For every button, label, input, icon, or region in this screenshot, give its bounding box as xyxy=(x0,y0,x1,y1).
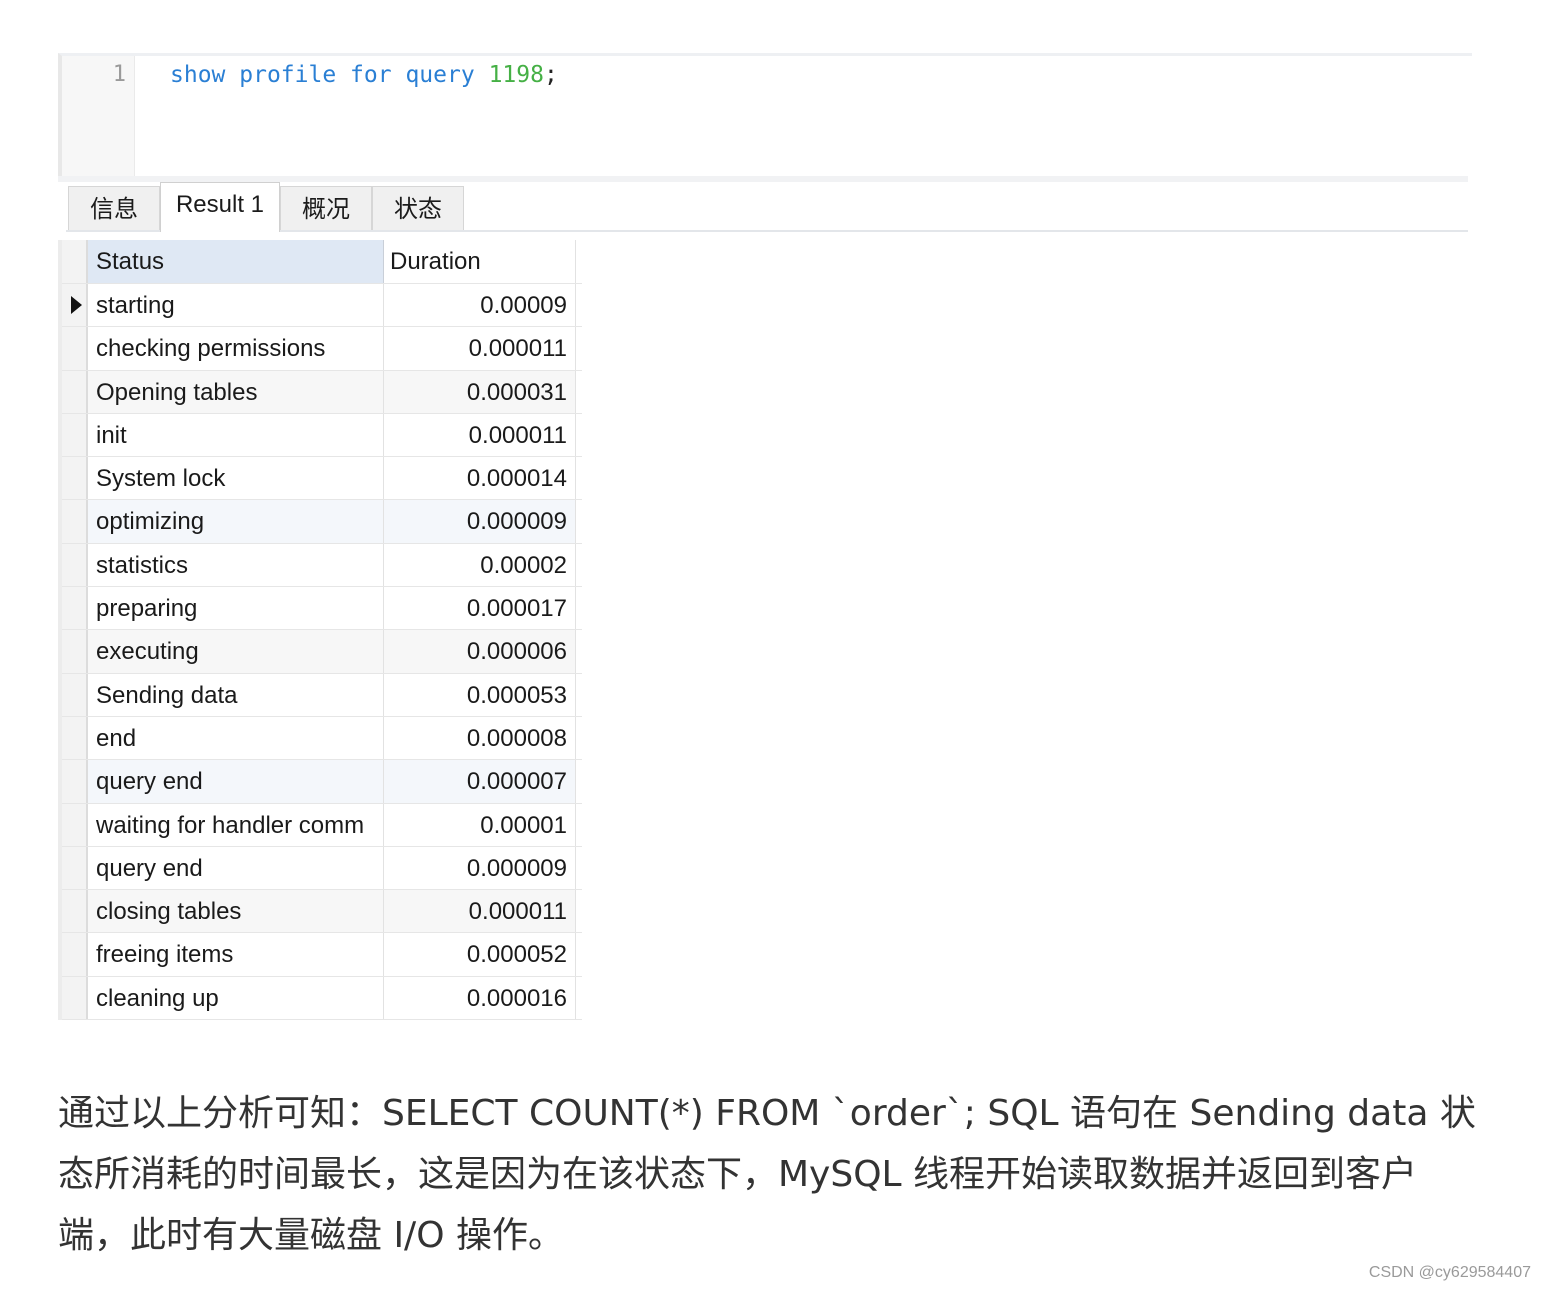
duration-cell[interactable]: 0.000053 xyxy=(384,673,576,716)
row-indicator xyxy=(62,413,88,457)
status-cell[interactable]: statistics xyxy=(88,543,384,587)
status-cell[interactable]: checking permissions xyxy=(88,327,384,370)
table-row[interactable]: end 0.000008 xyxy=(62,716,582,761)
article-paragraph: 通过以上分析可知：SELECT COUNT(*) FROM `order`; S… xyxy=(58,1093,1476,1256)
table-row[interactable]: query end 0.000007 xyxy=(62,760,582,804)
table-row[interactable]: query end 0.000009 xyxy=(62,846,582,891)
csdn-watermark: CSDN @cy629584407 xyxy=(1368,1264,1531,1281)
sql-keyword-for: for xyxy=(350,62,392,88)
sql-semicolon: ; xyxy=(543,62,558,88)
duration-cell[interactable]: 0.000008 xyxy=(384,716,576,760)
tab-result-1[interactable]: Result 1 xyxy=(160,182,280,232)
result-grid: Status Duration starting 0.00009 checkin… xyxy=(58,240,582,1021)
status-cell[interactable]: starting xyxy=(88,284,384,327)
line-number: 1 xyxy=(112,62,126,87)
tab-status[interactable]: 状态 xyxy=(372,186,464,230)
status-cell[interactable]: executing xyxy=(88,630,384,673)
sql-code-line[interactable]: show profile for query 1198; xyxy=(170,62,558,88)
current-row-arrow-icon xyxy=(71,296,82,315)
row-indicator xyxy=(62,630,88,673)
duration-cell[interactable]: 0.000016 xyxy=(384,976,576,1020)
duration-cell[interactable]: 0.000011 xyxy=(384,413,576,457)
sql-keyword-show: show xyxy=(170,62,226,88)
sql-keyword-profile: profile xyxy=(239,62,337,88)
duration-cell[interactable]: 0.000031 xyxy=(384,370,576,413)
row-indicator xyxy=(62,673,88,716)
table-row[interactable]: cleaning up 0.000016 xyxy=(62,976,582,1021)
table-row[interactable]: preparing 0.000017 xyxy=(62,587,582,631)
status-cell[interactable]: query end xyxy=(88,760,384,803)
column-header-status[interactable]: Status xyxy=(88,240,384,283)
status-cell[interactable]: init xyxy=(88,413,384,457)
sql-query-id: 1198 xyxy=(488,62,544,88)
row-indicator-header xyxy=(62,240,88,283)
status-cell[interactable]: freeing items xyxy=(88,933,384,976)
result-tab-bar: 信息 Result 1 概况 状态 xyxy=(66,182,1468,232)
row-indicator xyxy=(62,803,88,846)
table-row[interactable]: closing tables 0.000011 xyxy=(62,890,582,934)
row-indicator xyxy=(62,933,88,976)
column-header-duration[interactable]: Duration xyxy=(384,240,576,283)
duration-cell[interactable]: 0.000014 xyxy=(384,457,576,500)
row-indicator xyxy=(62,457,88,500)
table-row[interactable]: statistics 0.00002 xyxy=(62,543,582,588)
row-indicator xyxy=(62,890,88,933)
status-cell[interactable]: end xyxy=(88,716,384,760)
status-cell[interactable]: query end xyxy=(88,846,384,890)
row-indicator xyxy=(62,587,88,630)
sql-editor[interactable]: 1 show profile for query 1198; xyxy=(58,53,1472,181)
row-indicator xyxy=(62,716,88,760)
row-indicator xyxy=(62,543,88,587)
status-cell[interactable]: closing tables xyxy=(88,890,384,933)
table-row[interactable]: System lock 0.000014 xyxy=(62,457,582,501)
table-row[interactable]: init 0.000011 xyxy=(62,413,582,458)
row-indicator xyxy=(62,284,88,327)
duration-cell[interactable]: 0.00001 xyxy=(384,803,576,846)
duration-cell[interactable]: 0.000006 xyxy=(384,630,576,673)
status-cell[interactable]: System lock xyxy=(88,457,384,500)
table-row[interactable]: freeing items 0.000052 xyxy=(62,933,582,977)
duration-cell[interactable]: 0.000009 xyxy=(384,500,576,543)
tab-overview[interactable]: 概况 xyxy=(280,186,372,230)
duration-cell[interactable]: 0.000011 xyxy=(384,327,576,370)
table-row[interactable]: checking permissions 0.000011 xyxy=(62,327,582,371)
duration-cell[interactable]: 0.000017 xyxy=(384,587,576,630)
row-indicator xyxy=(62,846,88,890)
table-row[interactable]: starting 0.00009 xyxy=(62,284,582,328)
status-cell[interactable]: Sending data xyxy=(88,673,384,716)
table-row[interactable]: optimizing 0.000009 xyxy=(62,500,582,544)
status-cell[interactable]: Opening tables xyxy=(88,370,384,413)
table-row[interactable]: Opening tables 0.000031 xyxy=(62,370,582,414)
row-indicator xyxy=(62,760,88,803)
status-cell[interactable]: preparing xyxy=(88,587,384,630)
table-row[interactable]: executing 0.000006 xyxy=(62,630,582,674)
row-indicator xyxy=(62,370,88,413)
table-row[interactable]: Sending data 0.000053 xyxy=(62,673,582,717)
row-indicator xyxy=(62,327,88,370)
status-cell[interactable]: optimizing xyxy=(88,500,384,543)
duration-cell[interactable]: 0.00002 xyxy=(384,543,576,587)
duration-cell[interactable]: 0.000011 xyxy=(384,890,576,933)
duration-cell[interactable]: 0.000009 xyxy=(384,846,576,890)
duration-cell[interactable]: 0.00009 xyxy=(384,284,576,327)
sql-keyword-query: query xyxy=(405,62,475,88)
line-number-gutter: 1 xyxy=(62,56,135,181)
status-cell[interactable]: cleaning up xyxy=(88,976,384,1020)
table-row[interactable]: waiting for handler comm 0.00001 xyxy=(62,803,582,847)
status-cell[interactable]: waiting for handler comm xyxy=(88,803,384,846)
row-indicator xyxy=(62,976,88,1020)
grid-header-row: Status Duration xyxy=(62,240,582,284)
row-indicator xyxy=(62,500,88,543)
duration-cell[interactable]: 0.000052 xyxy=(384,933,576,976)
tab-info[interactable]: 信息 xyxy=(68,186,160,230)
duration-cell[interactable]: 0.000007 xyxy=(384,760,576,803)
